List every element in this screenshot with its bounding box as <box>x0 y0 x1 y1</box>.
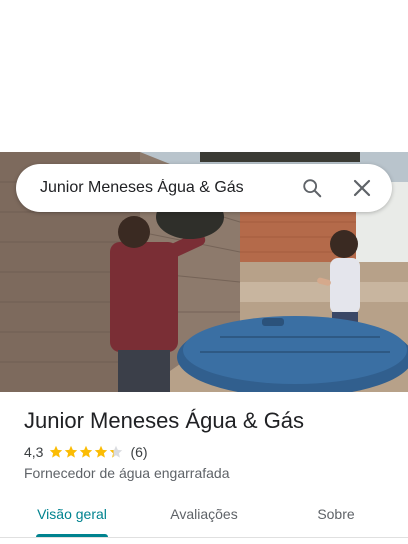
star-icon <box>110 445 123 458</box>
star-icon <box>95 445 108 458</box>
search-input[interactable]: Junior Meneses Água & Gás <box>40 179 294 197</box>
place-tabs: Visão geral Avaliações Sobre <box>0 496 408 544</box>
place-category[interactable]: Fornecedor de água engarrafada <box>24 465 229 481</box>
map-blank-area <box>0 0 408 152</box>
search-icon[interactable] <box>294 170 330 206</box>
tabs-divider <box>0 537 408 538</box>
tab-reviews[interactable]: Avaliações <box>160 496 248 532</box>
rating-row[interactable]: 4,3 (6) <box>24 444 148 460</box>
star-icon <box>65 445 78 458</box>
tab-about[interactable]: Sobre <box>306 496 366 532</box>
close-icon[interactable] <box>344 170 380 206</box>
tab-overview[interactable]: Visão geral <box>30 496 114 532</box>
place-title: Junior Meneses Água & Gás <box>24 408 305 433</box>
star-icon <box>50 445 63 458</box>
rating-value: 4,3 <box>24 444 44 460</box>
star-rating <box>49 445 124 459</box>
search-bar[interactable]: Junior Meneses Água & Gás <box>16 164 392 212</box>
review-count[interactable]: (6) <box>130 444 147 460</box>
star-icon <box>80 445 93 458</box>
